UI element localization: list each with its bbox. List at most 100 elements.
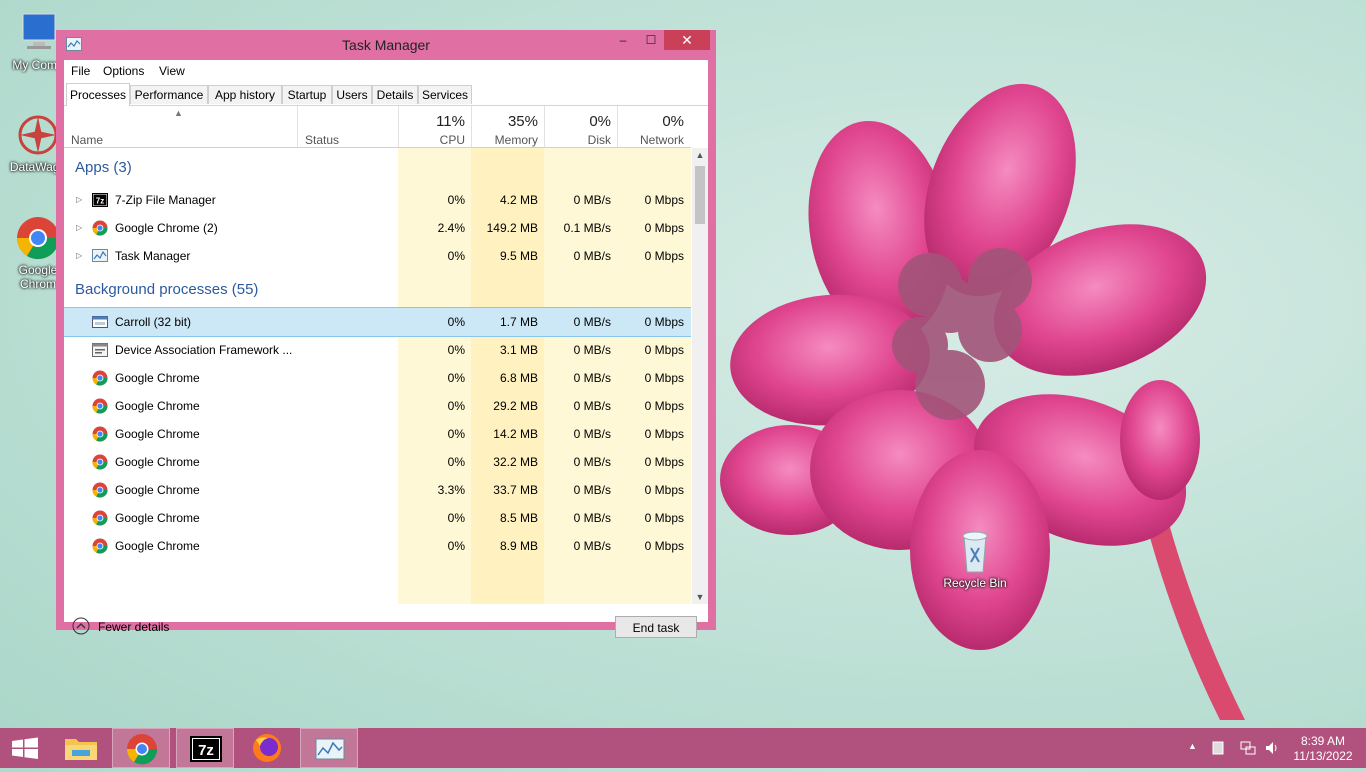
- process-row[interactable]: ▷ 7z 7-Zip File Manager 0% 4.2 MB 0 MB/s 0 Mbp…: [64, 186, 691, 214]
- column-name[interactable]: Name: [71, 133, 103, 147]
- taskbar-chrome[interactable]: [112, 728, 170, 768]
- process-disk: 0 MB/s: [573, 193, 611, 207]
- cpu-total[interactable]: 11%: [398, 113, 465, 130]
- process-name: Google Chrome: [115, 483, 200, 497]
- process-network: 0 Mbps: [644, 315, 684, 329]
- menu-file[interactable]: File: [71, 64, 90, 78]
- process-name: Task Manager: [115, 249, 191, 263]
- group-label: Apps (3): [75, 159, 132, 176]
- column-memory[interactable]: Memory: [471, 133, 538, 147]
- group-header-background[interactable]: Background processes (55): [64, 275, 691, 303]
- process-cpu: 0%: [447, 249, 465, 263]
- scrollbar-thumb[interactable]: [695, 166, 705, 224]
- process-disk: 0 MB/s: [573, 455, 611, 469]
- process-row[interactable]: Google Chrome 0% 8.5 MB 0 MB/s 0 Mbps: [64, 504, 691, 532]
- clock-date: 11/13/2022: [1293, 749, 1353, 763]
- firefox-icon: [253, 734, 281, 762]
- process-disk: 0 MB/s: [573, 539, 611, 553]
- process-disk: 0 MB/s: [573, 483, 611, 497]
- fewer-details-label: Fewer details: [98, 620, 170, 634]
- process-memory: 14.2 MB: [493, 427, 538, 441]
- task-manager-window: Task Manager – ☐ ✕ File Options View Pro…: [56, 30, 716, 638]
- show-hidden-icons-chevron[interactable]: ▲: [1188, 741, 1197, 751]
- process-cpu: 0%: [447, 427, 465, 441]
- column-divider: [471, 106, 472, 147]
- process-memory: 3.1 MB: [499, 343, 538, 357]
- tab-startup[interactable]: Startup: [282, 85, 332, 104]
- chrome-icon: [126, 734, 158, 765]
- maximize-button[interactable]: ☐: [636, 30, 666, 50]
- tab-details[interactable]: Details: [372, 85, 418, 104]
- chrome-icon: [92, 370, 108, 386]
- menu-view[interactable]: View: [159, 64, 185, 78]
- network-total[interactable]: 0%: [617, 113, 684, 130]
- column-cpu[interactable]: CPU: [398, 133, 465, 147]
- process-row[interactable]: Google Chrome 0% 29.2 MB 0 MB/s 0 Mbps: [64, 392, 691, 420]
- process-network: 0 Mbps: [644, 193, 684, 207]
- process-cpu: 2.4%: [437, 221, 465, 235]
- process-name: Google Chrome: [115, 539, 200, 553]
- process-row[interactable]: Device Association Framework ... 0% 3.1 MB…: [64, 336, 691, 364]
- network-icon[interactable]: [1240, 740, 1256, 756]
- column-divider: [544, 106, 545, 147]
- start-button[interactable]: [0, 728, 58, 768]
- column-status[interactable]: Status: [305, 133, 339, 147]
- tab-performance[interactable]: Performance: [130, 85, 208, 104]
- computer-icon: [15, 10, 61, 56]
- process-row[interactable]: Google Chrome 3.3% 33.7 MB 0 MB/s 0 Mbps: [64, 476, 691, 504]
- expand-arrow-icon[interactable]: ▷: [76, 223, 82, 232]
- process-disk: 0 MB/s: [573, 249, 611, 263]
- process-row[interactable]: Google Chrome 0% 8.9 MB 0 MB/s 0 Mbps: [64, 532, 691, 560]
- process-cpu: 3.3%: [437, 483, 465, 497]
- title-bar[interactable]: Task Manager – ☐ ✕: [56, 30, 716, 60]
- end-task-button[interactable]: End task: [615, 616, 697, 638]
- taskbar-7zip[interactable]: 7z: [176, 728, 234, 768]
- action-center-flag-icon[interactable]: [1211, 741, 1225, 755]
- process-row[interactable]: Google Chrome 0% 14.2 MB 0 MB/s 0 Mbps: [64, 420, 691, 448]
- process-network: 0 Mbps: [644, 511, 684, 525]
- scroll-up-arrow[interactable]: ▲: [692, 148, 708, 162]
- tab-processes[interactable]: Processes: [66, 83, 130, 106]
- column-network[interactable]: Network: [617, 133, 684, 147]
- clock[interactable]: 8:39 AM 11/13/2022: [1284, 734, 1362, 764]
- process-memory: 4.2 MB: [499, 193, 538, 207]
- process-disk: 0.1 MB/s: [563, 221, 611, 235]
- disk-total[interactable]: 0%: [544, 113, 611, 130]
- group-header-apps[interactable]: Apps (3): [64, 153, 691, 181]
- process-network: 0 Mbps: [644, 539, 684, 553]
- expand-arrow-icon[interactable]: ▷: [76, 251, 82, 260]
- process-row[interactable]: ▷ Google Chrome (2) 2.4% 149.2 MB 0.1 MB/s 0 …: [64, 214, 691, 242]
- process-network: 0 Mbps: [644, 343, 684, 357]
- process-row[interactable]: Google Chrome 0% 6.8 MB 0 MB/s 0 Mbps: [64, 364, 691, 392]
- clock-time: 8:39 AM: [1300, 734, 1346, 748]
- chrome-icon: [92, 454, 108, 470]
- scroll-down-arrow[interactable]: ▼: [692, 590, 708, 604]
- taskbar-file-explorer[interactable]: [52, 728, 110, 768]
- taskbar-firefox[interactable]: [238, 728, 296, 768]
- volume-icon[interactable]: [1264, 740, 1280, 756]
- expand-arrow-icon[interactable]: ▷: [76, 195, 82, 204]
- vertical-scrollbar[interactable]: ▲ ▼: [692, 148, 708, 604]
- column-disk[interactable]: Disk: [544, 133, 611, 147]
- process-cpu: 0%: [447, 315, 465, 329]
- tab-app-history[interactable]: App history: [208, 85, 282, 104]
- process-row[interactable]: ▷ Task Manager 0% 9.5 MB 0 MB/s 0 Mbps: [64, 242, 691, 270]
- process-row[interactable]: Carroll (32 bit) 0% 1.7 MB 0 MB/s 0 Mbps: [64, 307, 691, 337]
- close-button[interactable]: ✕: [664, 30, 710, 50]
- process-disk: 0 MB/s: [573, 427, 611, 441]
- desktop-icon-recycle-bin[interactable]: Recycle Bin: [937, 528, 1013, 590]
- minimize-button[interactable]: –: [608, 30, 638, 50]
- process-name: Google Chrome: [115, 371, 200, 385]
- process-cpu: 0%: [447, 455, 465, 469]
- menu-options[interactable]: Options: [103, 64, 144, 78]
- process-disk: 0 MB/s: [573, 343, 611, 357]
- tab-users[interactable]: Users: [332, 85, 372, 104]
- service-icon: [92, 343, 108, 357]
- process-memory: 29.2 MB: [493, 399, 538, 413]
- windows-logo-icon: [12, 737, 38, 759]
- process-row[interactable]: Google Chrome 0% 32.2 MB 0 MB/s 0 Mbps: [64, 448, 691, 476]
- taskbar-task-manager[interactable]: [300, 728, 358, 768]
- tab-services[interactable]: Services: [418, 85, 472, 104]
- memory-total[interactable]: 35%: [471, 113, 538, 130]
- process-cpu: 0%: [447, 193, 465, 207]
